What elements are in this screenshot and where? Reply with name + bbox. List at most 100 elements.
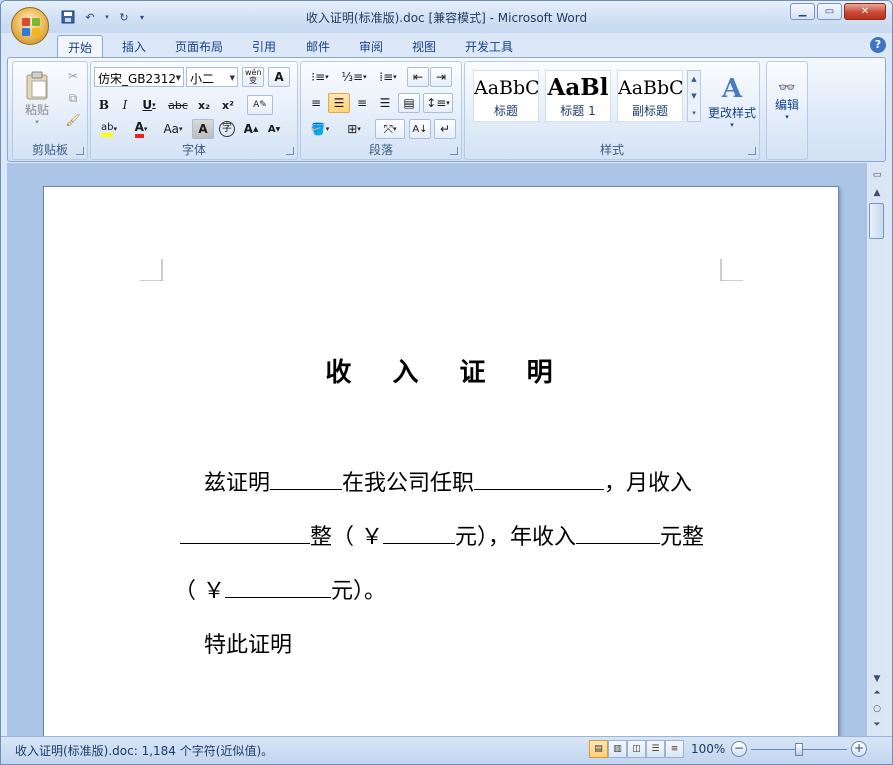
- tab-page-layout[interactable]: 页面布局: [169, 35, 229, 57]
- ribbon: 粘贴 ▾ ✂ ⧉ 🖌 剪贴板 仿宋_GB2312 ▼ 小二 ▼ wén 变 A B …: [7, 57, 886, 162]
- superscript-button[interactable]: x²: [217, 95, 239, 115]
- subscript-button[interactable]: x₂: [193, 95, 215, 115]
- tab-insert[interactable]: 插入: [115, 35, 153, 57]
- strikethrough-button[interactable]: abc: [165, 95, 191, 115]
- align-right-button[interactable]: ≡: [351, 93, 373, 113]
- paragraph-launcher-icon[interactable]: [450, 147, 458, 155]
- enclose-character-icon: 字: [219, 121, 235, 137]
- word-count-status[interactable]: 收入证明(标准版).doc: 1,184 个字符(近似值)。: [15, 742, 273, 759]
- editing-button[interactable]: 👓 编辑 ▾: [769, 66, 805, 134]
- clipboard-launcher-icon[interactable]: [76, 147, 84, 155]
- line-spacing-button[interactable]: ↕≡ ▾: [423, 93, 453, 113]
- italic-button[interactable]: I: [115, 95, 135, 115]
- full-screen-reading-icon[interactable]: ▥: [608, 740, 627, 758]
- binoculars-icon: 👓: [778, 79, 796, 96]
- distributed-button[interactable]: ▤: [398, 93, 420, 113]
- paste-dropdown-icon: ▾: [35, 117, 39, 126]
- change-styles-button[interactable]: A 更改样式 ▾: [705, 66, 759, 136]
- style-card-heading1[interactable]: AaBl 标题 1: [545, 70, 611, 122]
- font-group-label: 字体: [181, 143, 206, 157]
- borders-button[interactable]: ⊞ ▾: [339, 119, 369, 139]
- align-left-button[interactable]: ≡: [305, 93, 327, 113]
- tab-developer[interactable]: 开发工具: [459, 35, 519, 57]
- align-right-icon: ≡: [356, 96, 368, 110]
- shading-button[interactable]: 🪣 ▾: [305, 119, 335, 139]
- increase-indent-button[interactable]: ⇥: [430, 67, 452, 87]
- show-marks-button[interactable]: ↵: [434, 119, 456, 139]
- scroll-up-icon[interactable]: ▲: [869, 185, 885, 201]
- tab-review[interactable]: 审阅: [352, 35, 390, 57]
- zoom-out-icon[interactable]: −: [731, 741, 747, 757]
- paste-icon: [26, 71, 48, 99]
- help-icon[interactable]: ?: [870, 37, 886, 53]
- shrink-font-button[interactable]: A ▼: [263, 119, 285, 139]
- justify-button[interactable]: ☰: [374, 93, 396, 113]
- vertical-scrollbar[interactable]: ▭ ▲ ▼ ⏶ ○ ⏷: [866, 163, 886, 736]
- styles-launcher-icon[interactable]: [748, 147, 756, 155]
- print-layout-icon[interactable]: ▤: [589, 740, 608, 758]
- change-styles-label: 更改样式: [707, 105, 756, 120]
- clear-formatting-button[interactable]: A✎: [247, 95, 273, 115]
- grow-font-button[interactable]: A ▲: [240, 119, 262, 139]
- align-center-button[interactable]: ☰: [328, 93, 350, 113]
- web-layout-icon[interactable]: ◫: [627, 740, 646, 758]
- character-shading-button[interactable]: A: [192, 119, 214, 139]
- change-case-button[interactable]: Aa ▾: [158, 119, 188, 139]
- crop-mark-top-left: [140, 259, 163, 281]
- select-browse-object-icon[interactable]: ○: [869, 701, 885, 717]
- zoom-slider-knob[interactable]: [795, 743, 803, 756]
- indent-icon: ⇥: [435, 70, 447, 84]
- tab-references[interactable]: 引用: [245, 35, 283, 57]
- close-button[interactable]: ✕: [844, 3, 886, 20]
- font-size-combo[interactable]: 小二 ▼: [186, 67, 238, 87]
- scroll-thumb[interactable]: [869, 203, 884, 239]
- format-painter-button[interactable]: 🖌: [63, 110, 83, 130]
- office-button[interactable]: [11, 7, 49, 45]
- paste-button[interactable]: 粘贴 ▾: [19, 66, 55, 130]
- underline-button[interactable]: U ▾: [136, 95, 162, 115]
- style-card-title[interactable]: AaBbC 标题: [473, 70, 539, 122]
- text-span: 在我公司任职: [342, 471, 475, 496]
- tab-view[interactable]: 视图: [405, 35, 443, 57]
- draft-view-icon[interactable]: ≡: [665, 740, 684, 758]
- next-page-icon[interactable]: ⏷: [869, 717, 885, 733]
- office-logo-icon: [22, 18, 40, 36]
- align-left-icon: ≡: [310, 96, 322, 110]
- style-card-subtitle[interactable]: AaBbC 副标题: [617, 70, 683, 122]
- bold-button[interactable]: B: [94, 95, 114, 115]
- font-name-combo[interactable]: 仿宋_GB2312 ▼: [94, 67, 184, 87]
- previous-page-icon[interactable]: ⏶: [869, 685, 885, 701]
- text-span: ，月收入: [604, 471, 693, 496]
- phonetic-guide-button[interactable]: wén 变: [242, 67, 264, 87]
- sort-button[interactable]: A↓: [409, 119, 431, 139]
- tab-mailings[interactable]: 邮件: [299, 35, 337, 57]
- character-border-button[interactable]: A: [268, 67, 290, 87]
- enclose-characters-button[interactable]: 字: [216, 119, 238, 139]
- multilevel-list-button[interactable]: ⁞≡ ▾: [373, 67, 403, 87]
- cut-button[interactable]: ✂: [63, 66, 83, 86]
- ruler-toggle-icon[interactable]: ▭: [869, 167, 885, 183]
- styles-scroll[interactable]: ▲ ▼ ▾: [687, 70, 701, 122]
- status-bar: 收入证明(标准版).doc: 1,184 个字符(近似值)。 ▤ ▥ ◫ ☰ ≡…: [1, 736, 892, 764]
- phonetic-guide-icon: wén 变: [245, 68, 262, 85]
- minimize-button[interactable]: ▁: [790, 3, 815, 20]
- copy-button[interactable]: ⧉: [63, 88, 83, 108]
- tab-home[interactable]: 开始: [57, 35, 103, 57]
- font-launcher-icon[interactable]: [286, 147, 294, 155]
- bullets-button[interactable]: ⁝≡ ▾: [305, 67, 335, 87]
- zoom-level[interactable]: 100%: [691, 742, 725, 756]
- zoom-in-icon[interactable]: +: [851, 741, 867, 757]
- blank-name: [270, 470, 343, 490]
- chinese-layout-button[interactable]: ⤧ ▾: [375, 119, 405, 139]
- chevron-down-icon: ▾: [785, 112, 789, 121]
- paragraph-line-3: （ ￥ 元）。: [174, 573, 386, 605]
- decrease-indent-button[interactable]: ⇤: [407, 67, 429, 87]
- outline-view-icon[interactable]: ☰: [646, 740, 665, 758]
- highlight-button[interactable]: ab ▾: [94, 119, 124, 139]
- style-name: 标题: [493, 104, 518, 118]
- border-icon: ⊞: [347, 122, 358, 136]
- maximize-button[interactable]: ▭: [817, 3, 842, 20]
- numbering-button[interactable]: ⅓≡ ▾: [339, 67, 369, 87]
- font-color-button[interactable]: A ▾: [126, 119, 156, 139]
- document-page[interactable]: 收 入 证 明 兹证明 在我公司任职 ，月收入 整（ ￥ 元），年收入 元整 （ ￥ 元）…: [43, 186, 839, 746]
